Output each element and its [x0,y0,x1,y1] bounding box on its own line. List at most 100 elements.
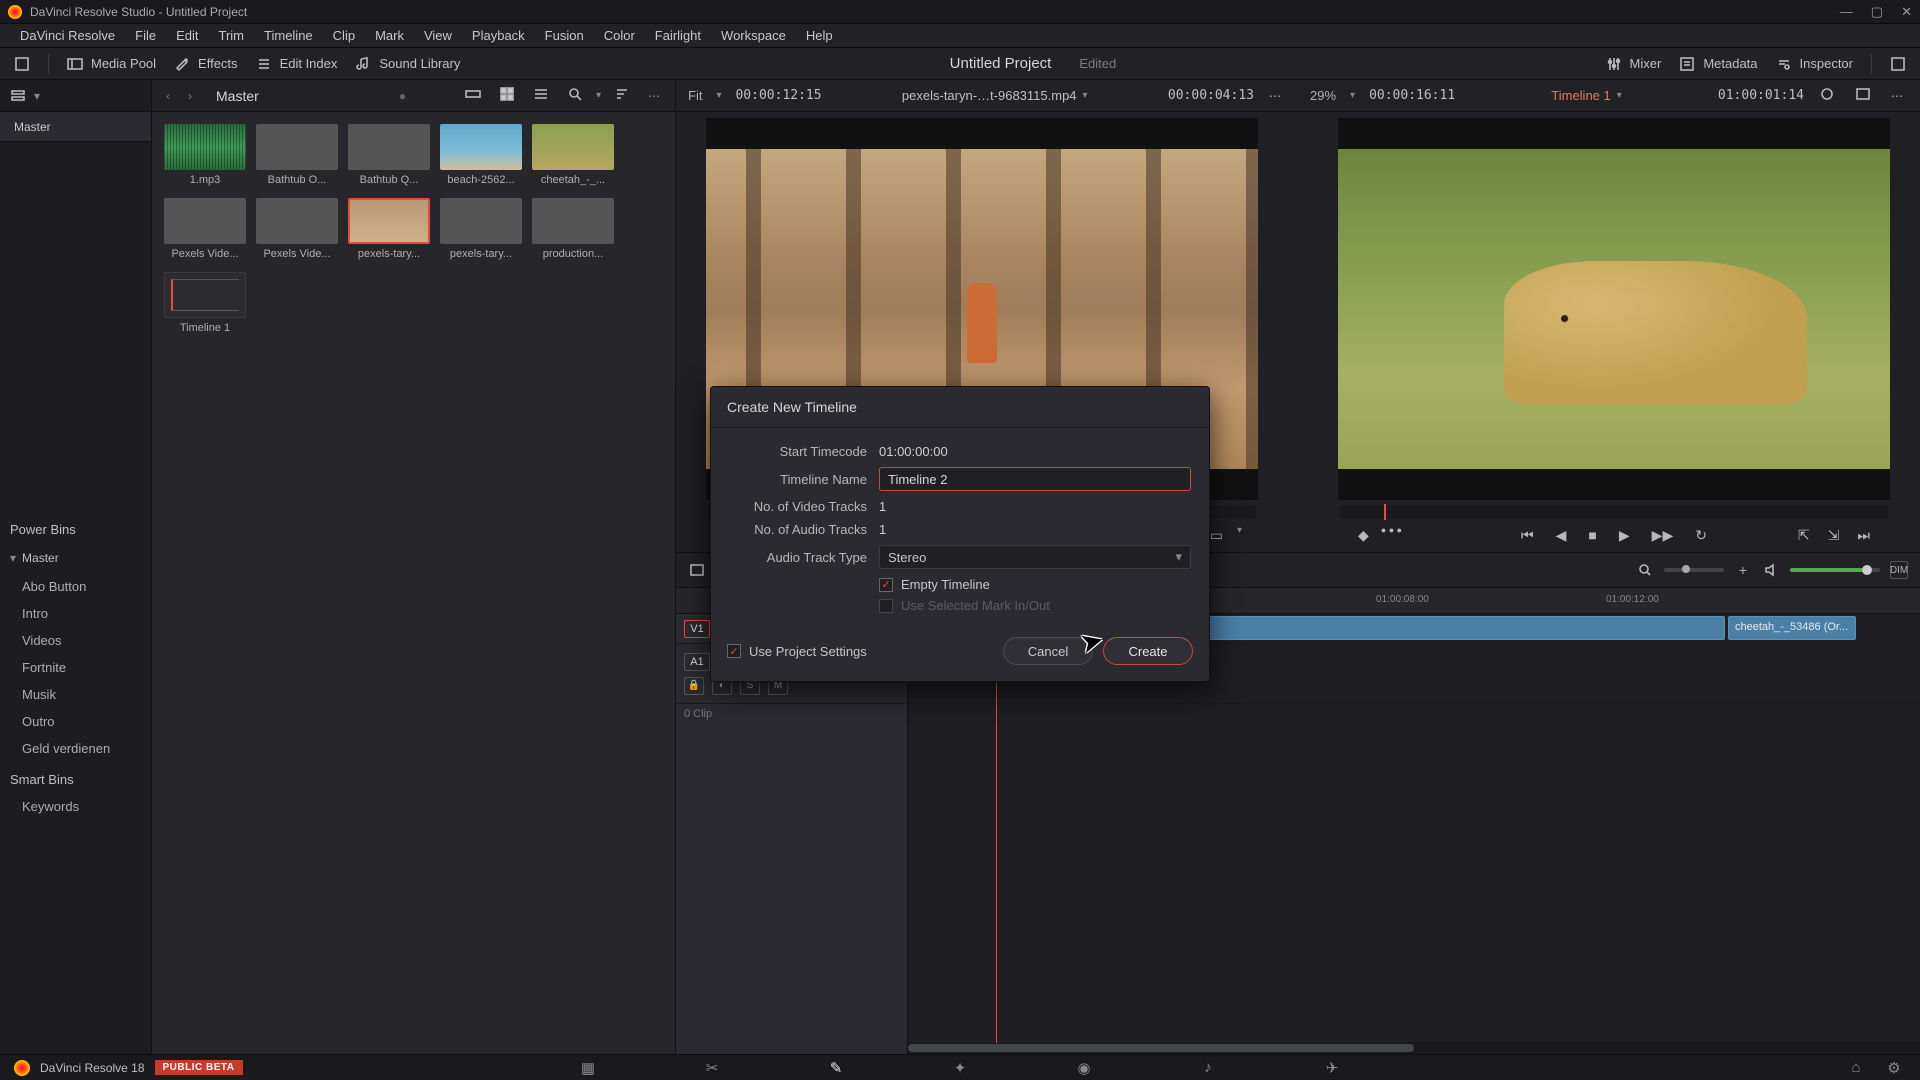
edit-index-button[interactable]: Edit Index [256,56,338,71]
more-icon[interactable]: ⋯ [643,89,665,103]
bypass-icon[interactable] [1814,86,1840,105]
timeline-hscroll[interactable] [908,1042,1920,1054]
view-strip-icon[interactable] [460,86,486,105]
menu-workspace[interactable]: Workspace [711,24,796,47]
video-tracks-field[interactable]: 1 [879,499,1191,514]
menu-file[interactable]: File [125,24,166,47]
media-thumb[interactable]: 1.mp3 [164,124,246,186]
tl-play[interactable]: ▶ [1615,525,1634,546]
timeline-name-input[interactable] [879,467,1191,491]
menu-fairlight[interactable]: Fairlight [645,24,711,47]
search-icon[interactable] [562,86,588,105]
use-project-settings-check[interactable]: ✓ Use Project Settings [727,644,867,659]
page-fairlight-icon[interactable]: ♪ [1196,1059,1220,1076]
nav-back[interactable]: ‹ [162,89,174,103]
media-pool-button[interactable]: Media Pool [67,56,156,71]
timeline-scrubbar[interactable] [1340,506,1888,518]
fullscreen-icon[interactable] [14,57,30,71]
maximize-button[interactable]: ▢ [1871,4,1883,20]
v1-label[interactable]: V1 [684,620,710,638]
tl-stop[interactable]: ■ [1584,525,1600,545]
media-thumb[interactable]: pexels-tary... [440,198,522,260]
source-fit[interactable]: Fit [688,88,702,103]
page-cut-icon[interactable]: ✂ [700,1059,724,1077]
audio-tracks-field[interactable]: 1 [879,522,1191,537]
menu-help[interactable]: Help [796,24,843,47]
bin-intro[interactable]: Intro [0,600,151,627]
media-thumb[interactable]: production... [532,198,614,260]
menu-color[interactable]: Color [594,24,645,47]
inspector-button[interactable]: Inspector [1776,56,1853,71]
media-thumb[interactable]: cheetah_-_... [532,124,614,186]
menu-playback[interactable]: Playback [462,24,535,47]
page-media-icon[interactable]: ▦ [576,1059,600,1077]
tl-last-icon[interactable]: ⏭ [1853,525,1874,546]
page-color-icon[interactable]: ◉ [1072,1059,1096,1077]
cancel-button[interactable]: Cancel [1003,637,1093,665]
tl-next-frame[interactable]: ▶▶ [1648,525,1678,546]
view-list-icon[interactable] [528,86,554,105]
media-thumb[interactable]: pexels-tary... [348,198,430,260]
audio-type-select[interactable]: Stereo▾ [879,545,1191,569]
page-fusion-icon[interactable]: ✦ [948,1059,972,1077]
minimize-button[interactable]: — [1840,4,1853,20]
single-viewer-icon[interactable] [1850,86,1876,105]
project-settings-icon[interactable]: ⚙ [1882,1059,1906,1077]
power-bins-master[interactable]: ▾ Master [0,543,151,573]
page-deliver-icon[interactable]: ✈ [1320,1059,1344,1077]
create-button[interactable]: Create [1103,637,1193,665]
source-more-icon[interactable]: ⋯ [1264,89,1286,103]
page-edit-icon[interactable]: ✎ [824,1059,848,1077]
bin-geld[interactable]: Geld verdienen [0,735,151,762]
media-thumb[interactable]: Bathtub Q... [348,124,430,186]
menu-view[interactable]: View [414,24,462,47]
volume-slider[interactable] [1790,568,1880,572]
menu-davinci[interactable]: DaVinci Resolve [10,24,125,47]
a1-label[interactable]: A1 [684,653,710,671]
menu-fusion[interactable]: Fusion [535,24,594,47]
media-thumb[interactable]: Timeline 1 [164,272,246,334]
start-tc-field[interactable]: 01:00:00:00 [879,444,1191,459]
timeline-preview[interactable] [1338,149,1890,469]
timeline-more-icon[interactable]: ⋯ [1886,89,1908,103]
tl-loop[interactable]: ↻ [1691,525,1711,546]
menu-clip[interactable]: Clip [323,24,365,47]
media-thumb[interactable]: Pexels Vide... [164,198,246,260]
bin-abo-button[interactable]: Abo Button [0,573,151,600]
tl-goto-end[interactable]: ⇲ [1824,525,1844,546]
timeline-name-dropdown[interactable]: Timeline 1 [1551,88,1622,103]
bin-musik[interactable]: Musik [0,681,151,708]
mixer-button[interactable]: Mixer [1606,56,1662,71]
empty-timeline-check[interactable]: ✓ Empty Timeline [879,577,1191,592]
timeline-zoom[interactable]: 29% [1310,88,1336,103]
dim-button[interactable]: DIM [1890,561,1908,579]
volume-icon[interactable] [1762,561,1780,579]
close-button[interactable]: ✕ [1901,4,1912,20]
master-tab[interactable]: Master [0,112,151,142]
bin-fortnite[interactable]: Fortnite [0,654,151,681]
sort-icon[interactable] [609,86,635,105]
media-thumb[interactable]: Bathtub O... [256,124,338,186]
menu-timeline[interactable]: Timeline [254,24,323,47]
media-thumb[interactable]: beach-2562... [440,124,522,186]
metadata-button[interactable]: Metadata [1679,56,1757,71]
home-icon[interactable]: ⌂ [1844,1059,1868,1076]
zoom-search-icon[interactable] [1636,561,1654,579]
expand-icon[interactable] [1890,57,1906,71]
bin-keywords[interactable]: Keywords [0,793,151,820]
tl-prev-frame[interactable]: ◀ [1552,525,1571,546]
bin-list-icon[interactable] [10,89,26,103]
effects-button[interactable]: Effects [174,56,238,71]
menu-edit[interactable]: Edit [166,24,208,47]
tl-markers-icon[interactable]: ◆ [1354,525,1373,546]
menu-mark[interactable]: Mark [365,24,414,47]
clip-3[interactable]: cheetah_-_53486 (Or... [1728,616,1856,640]
a1-lock-icon[interactable]: 🔒 [684,677,704,695]
zoom-in-icon[interactable]: + [1734,561,1752,579]
bin-outro[interactable]: Outro [0,708,151,735]
media-thumb[interactable]: Pexels Vide... [256,198,338,260]
menu-trim[interactable]: Trim [209,24,255,47]
tl-first-frame[interactable]: ⏮ [1517,525,1538,546]
nav-forward[interactable]: › [184,89,196,103]
source-clip-name[interactable]: pexels-taryn-…t-9683115.mp4 [902,88,1088,103]
